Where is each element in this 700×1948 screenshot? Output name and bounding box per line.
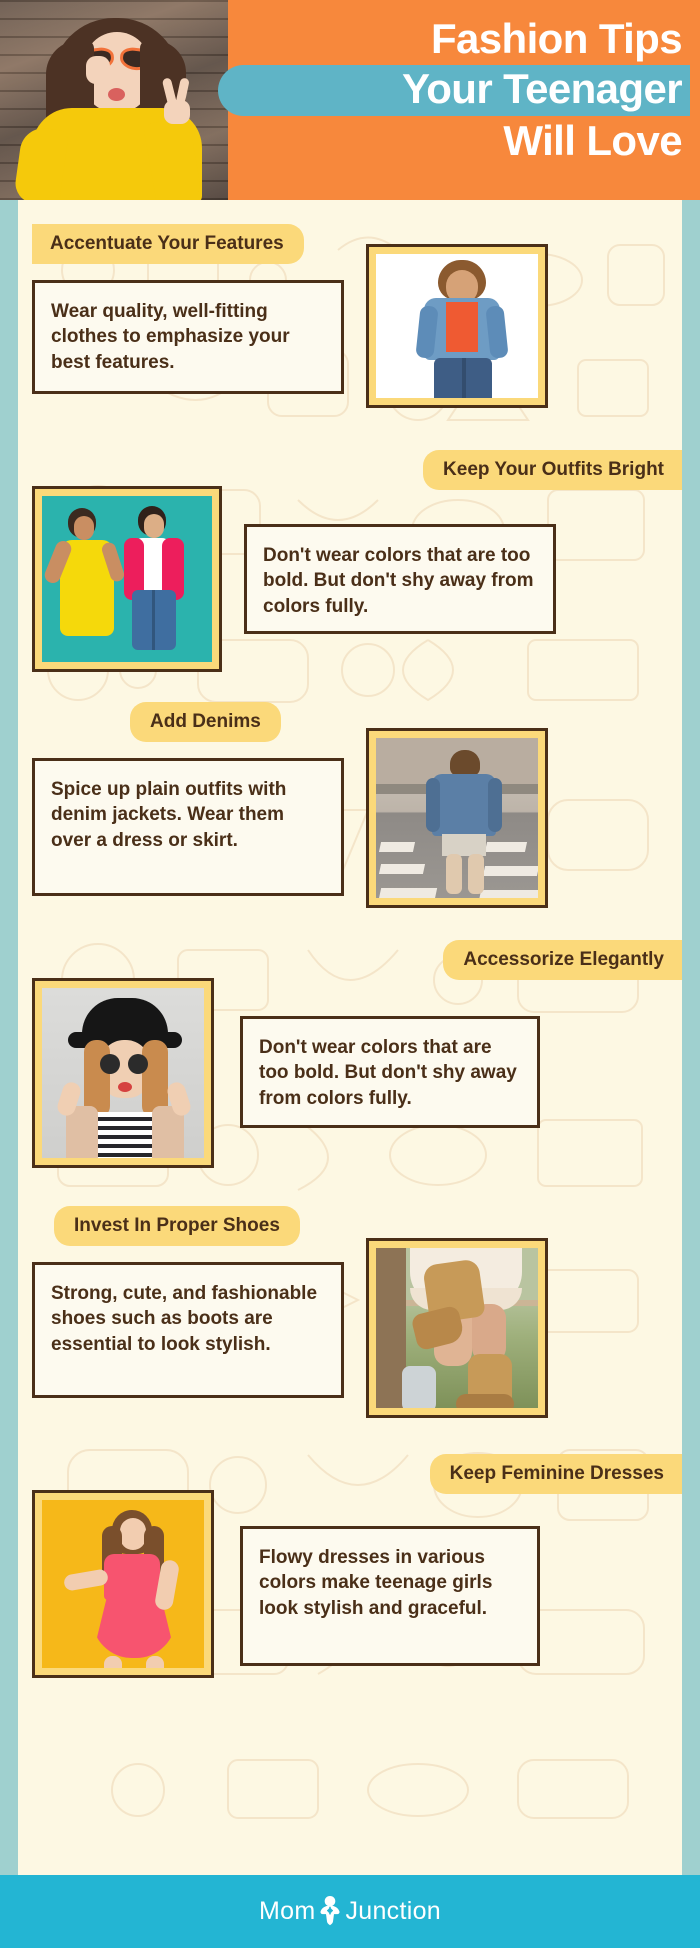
section-image-2 [32,486,222,672]
infographic-root: Fashion Tips Your Teenager Will Love Acc… [0,0,700,1948]
content-area: Accentuate Your Features Wear quality, w… [0,200,700,1875]
section-image-3 [366,728,548,908]
section-accessorize-elegantly: Accessorize Elegantly Don't wear colors … [18,908,682,1168]
photo-woman-pink-dress [42,1500,204,1668]
header-hero-photo [0,0,228,200]
page-title-line-2: Your Teenager [218,64,690,116]
header-title-block: Fashion Tips Your Teenager Will Love [218,0,700,200]
section-image-6 [32,1490,214,1678]
photo-two-women-bright-outfits [42,496,212,662]
section-image-5 [366,1238,548,1418]
section-body-6: Flowy dresses in various colors make tee… [240,1526,540,1666]
section-body-2: Don't wear colors that are too bold. But… [244,524,556,634]
section-image-1 [366,244,548,408]
page-title-line-1: Fashion Tips [430,15,683,62]
section-keep-feminine-dresses: Keep Feminine Dresses Flowy dresses in v… [18,1418,682,1678]
hero-hand-left [86,56,110,84]
section-keep-your-outfits-bright: Keep Your Outfits Bright Don't wear colo… [18,408,682,672]
section-heading-5: Invest In Proper Shoes [54,1206,300,1246]
footer-bar: Mom Junction [0,1875,700,1948]
brand-name-part1: Mom [259,1897,316,1925]
section-body-1: Wear quality, well-fitting clothes to em… [32,280,344,394]
section-heading-3: Add Denims [130,702,281,742]
paper-background: Accentuate Your Features Wear quality, w… [18,200,682,1875]
section-body-5: Strong, cute, and fashionable shoes such… [32,1262,344,1398]
peace-sign-hand-icon [161,77,192,124]
mother-and-baby-icon [317,1895,343,1929]
section-image-4 [32,978,214,1168]
photo-woman-hat-sunglasses [42,988,204,1158]
section-body-3: Spice up plain outfits with denim jacket… [32,758,344,896]
photo-cowboy-boots-lace-skirt [376,1248,538,1408]
section-heading-2: Keep Your Outfits Bright [423,450,682,490]
hero-arm-left [12,125,70,200]
section-heading-1: Accentuate Your Features [32,224,304,264]
section-invest-in-proper-shoes: Invest In Proper Shoes Strong, cute, and… [18,1168,682,1418]
brand-name-part2: Junction [345,1897,441,1925]
section-body-4: Don't wear colors that are too bold. But… [240,1016,540,1128]
photo-denim-jacket-woman [376,254,538,398]
header-banner: Fashion Tips Your Teenager Will Love [0,0,700,200]
section-accentuate-your-features: Accentuate Your Features Wear quality, w… [18,200,682,408]
photo-denim-jacket-crosswalk [376,738,538,898]
hero-lips [108,88,125,101]
page-title-line-3: Will Love [503,116,682,164]
brand-logo[interactable]: Mom Junction [259,1895,441,1929]
section-add-denims: Add Denims Spice up plain outfits with d… [18,672,682,908]
